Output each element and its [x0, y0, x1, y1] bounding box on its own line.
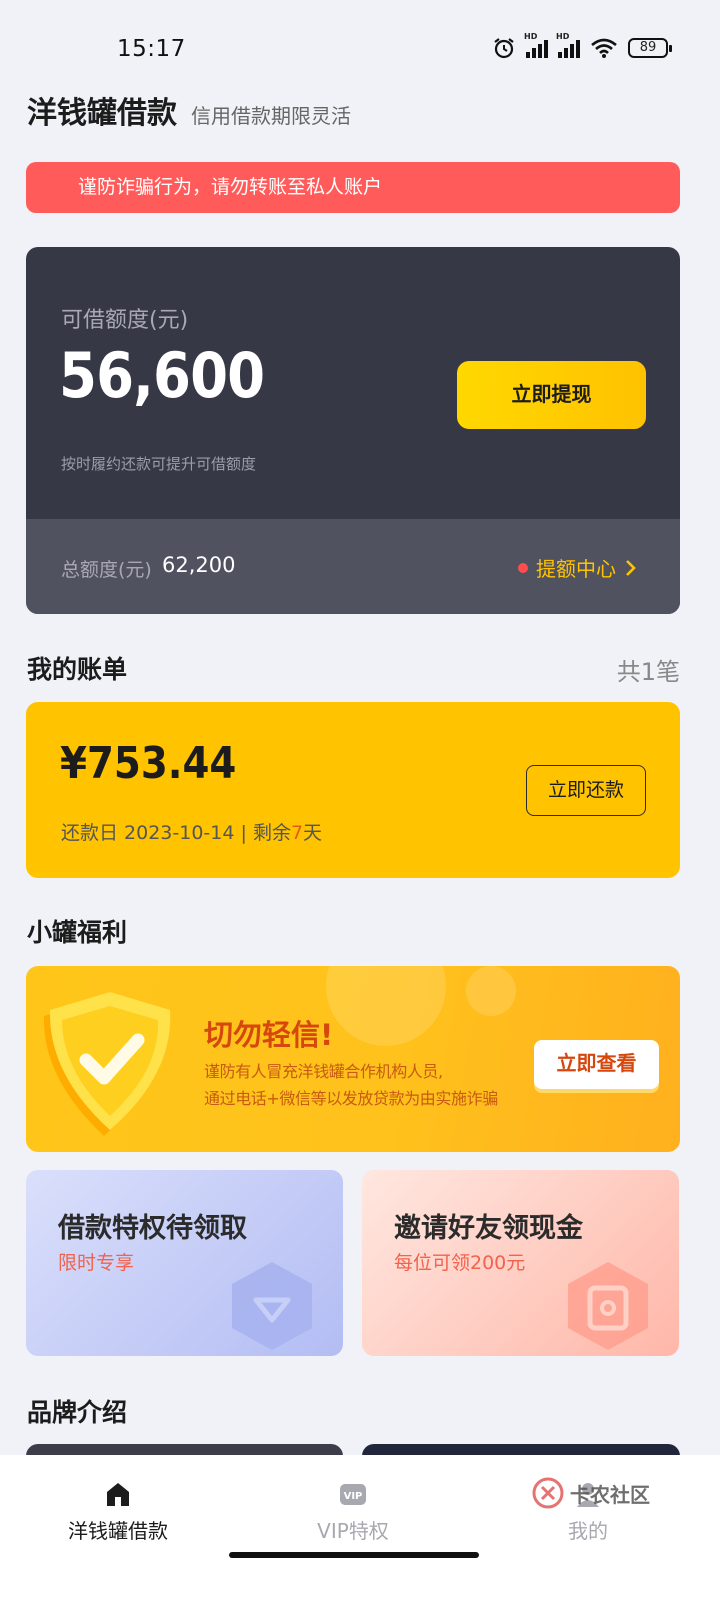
promo-subtitle: 限时专享 [58, 1252, 135, 1274]
app-title: 洋钱罐借款 [27, 96, 177, 131]
status-icons: HD HD 89 [492, 32, 672, 60]
chevron-right-icon [626, 559, 636, 576]
credit-limit-card: 可借额度(元) 56,600 按时履约还款可提升可借额度 立即提现 总额度(元)… [26, 247, 680, 614]
app-subtitle: 信用借款期限灵活 [191, 104, 351, 128]
benefits-section-title: 小罐福利 [27, 918, 128, 947]
page-header: 洋钱罐借款 信用借款期限灵活 [27, 88, 351, 132]
quota-center-link[interactable]: 提额中心 [518, 553, 638, 582]
credit-hint: 按时履约还款可提升可借额度 [61, 455, 257, 473]
bill-amount: ¥753.44 [60, 738, 237, 789]
promo-title: 邀请好友领现金 [394, 1213, 583, 1244]
wifi-icon [591, 38, 617, 58]
tab-label: 洋钱罐借款 [68, 1519, 168, 1543]
bill-days-left: 7 [290, 822, 304, 844]
bill-due-date: 还款日 2023-10-14 | 剩余 [61, 822, 291, 844]
bills-section-title: 我的账单 [27, 655, 128, 684]
tab-vip[interactable]: VIP VIP特权 [263, 1479, 443, 1544]
tab-home[interactable]: 洋钱罐借款 [28, 1479, 208, 1544]
invite-friends-card[interactable]: 邀请好友领现金 每位可领200元 [362, 1170, 679, 1356]
repay-button[interactable]: 立即还款 [526, 765, 646, 816]
view-now-button[interactable]: 立即查看 [534, 1040, 659, 1089]
signal-1-icon: HD [524, 32, 548, 58]
notification-dot [518, 562, 528, 573]
home-indicator[interactable] [229, 1552, 479, 1558]
promo-subtitle: 每位可领200元 [394, 1252, 526, 1274]
tab-label: VIP特权 [317, 1519, 389, 1543]
diamond-icon [232, 1262, 312, 1350]
anti-fraud-line-1: 谨防有人冒充洋钱罐合作机构人员, [204, 1062, 443, 1081]
watermark: 卡农社区 [532, 1477, 650, 1509]
available-credit-label: 可借额度(元) [61, 308, 189, 333]
anti-fraud-title: 切勿轻信! [204, 1018, 334, 1052]
red-envelope-icon [568, 1262, 648, 1350]
bill-count: 共1笔 [616, 658, 680, 686]
signal-2-icon: HD [556, 32, 580, 58]
available-credit-amount: 56,600 [59, 339, 265, 412]
decor-bubble [466, 966, 516, 1016]
anti-fraud-description: 谨防有人冒充洋钱罐合作机构人员, 通过电话+微信等以发放贷款为由实施诈骗 [204, 1058, 534, 1112]
brand-section-title: 品牌介绍 [27, 1398, 128, 1427]
promo-title: 借款特权待领取 [58, 1213, 247, 1244]
total-credit-label: 总额度(元) [61, 559, 152, 581]
home-icon [107, 1483, 129, 1506]
bottom-tab-bar: 洋钱罐借款 VIP VIP特权 我的 卡农社区 [0, 1455, 720, 1600]
fraud-warning-banner[interactable]: 谨防诈骗行为，请勿转账至私人账户 [26, 162, 680, 213]
withdraw-button[interactable]: 立即提现 [457, 361, 646, 429]
vip-icon: VIP [340, 1484, 366, 1505]
bill-due-suffix: 天 [303, 822, 323, 844]
vip-badge-text: VIP [344, 1491, 363, 1502]
credit-card-lower: 总额度(元) 62,200 提额中心 [26, 519, 680, 614]
quota-center-label: 提额中心 [536, 557, 616, 581]
bill-card[interactable]: ¥753.44 还款日 2023-10-14 | 剩余7天 立即还款 [26, 702, 680, 878]
status-bar: 15:17 HD HD 89 [0, 0, 720, 80]
total-credit-value: 62,200 [162, 553, 236, 577]
loan-privilege-card[interactable]: 借款特权待领取 限时专享 [26, 1170, 343, 1356]
battery-indicator: 89 [628, 38, 672, 58]
watermark-logo-icon [532, 1477, 564, 1509]
status-time: 15:17 [117, 36, 186, 62]
credit-card-upper: 可借额度(元) 56,600 按时履约还款可提升可借额度 立即提现 [26, 247, 680, 519]
shield-check-icon [43, 992, 171, 1136]
anti-fraud-card[interactable]: 切勿轻信! 谨防有人冒充洋钱罐合作机构人员, 通过电话+微信等以发放贷款为由实施… [26, 966, 680, 1152]
tab-label: 我的 [568, 1519, 608, 1543]
bill-due-info: 还款日 2023-10-14 | 剩余7天 [61, 818, 322, 845]
decor-bubble [326, 966, 446, 1046]
watermark-text: 卡农社区 [570, 1482, 650, 1507]
anti-fraud-line-2: 通过电话+微信等以发放贷款为由实施诈骗 [204, 1089, 498, 1108]
alarm-icon [494, 38, 514, 59]
